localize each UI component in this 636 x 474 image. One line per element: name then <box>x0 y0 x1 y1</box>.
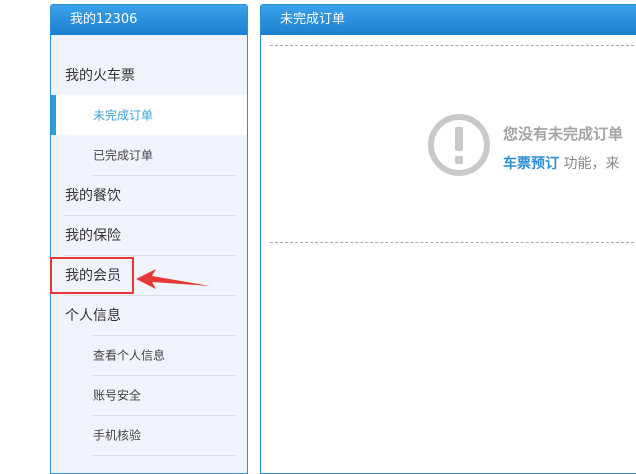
sidebar-item-finished-orders[interactable]: 已完成订单 <box>51 135 247 175</box>
sidebar-item-my-dining[interactable]: 我的餐饮 <box>51 175 247 215</box>
main-panel: 未完成订单 您没有未完成订单 车票预订 功能，来 <box>260 4 636 474</box>
sidebar-item-label: 未完成订单 <box>93 108 154 123</box>
sidebar-item-label: 我的火车票 <box>65 68 135 84</box>
dashed-divider <box>270 242 636 243</box>
dashed-divider <box>270 45 636 46</box>
sidebar-item-label: 个人信息 <box>65 308 121 324</box>
sidebar-panel: 我的12306 我的火车票 未完成订单 已完成订单 我的餐饮 我的保险 我的会员… <box>50 4 248 474</box>
exclamation-circle-icon <box>428 114 490 176</box>
red-arrow-icon <box>136 269 210 289</box>
message-rest: 功能，来 <box>559 156 620 172</box>
highlight-box <box>50 257 134 294</box>
sidebar-item-view-personal-info[interactable]: 查看个人信息 <box>51 335 247 375</box>
sidebar-item-phone-verification[interactable]: 手机核验 <box>51 415 247 455</box>
sidebar-item-label: 查看个人信息 <box>93 348 166 363</box>
sidebar-item-label: 已完成订单 <box>93 148 154 163</box>
sidebar-item-label: 我的保险 <box>65 228 121 244</box>
sidebar-item-account-security[interactable]: 账号安全 <box>51 375 247 415</box>
sidebar-item-unfinished-orders[interactable]: 未完成订单 <box>51 95 247 135</box>
sidebar-item-label: 账号安全 <box>93 388 142 403</box>
empty-message: 您没有未完成订单 <box>503 125 624 143</box>
sidebar-menu: 我的火车票 未完成订单 已完成订单 我的餐饮 我的保险 我的会员 个人信息 查看… <box>51 35 247 456</box>
page-title: 未完成订单 <box>261 5 636 35</box>
sidebar-item-my-insurance[interactable]: 我的保险 <box>51 215 247 255</box>
sidebar-item-label: 我的餐饮 <box>65 188 121 204</box>
sidebar-item-personal-info[interactable]: 个人信息 <box>51 295 247 335</box>
sidebar-item-my-tickets[interactable]: 我的火车票 <box>51 55 247 95</box>
sidebar-item-label: 手机核验 <box>93 428 142 443</box>
ticket-booking-link[interactable]: 车票预订 <box>503 156 559 172</box>
divider <box>93 455 235 456</box>
sidebar-title: 我的12306 <box>51 5 247 35</box>
empty-message-line2: 车票预订 功能，来 <box>503 153 619 173</box>
